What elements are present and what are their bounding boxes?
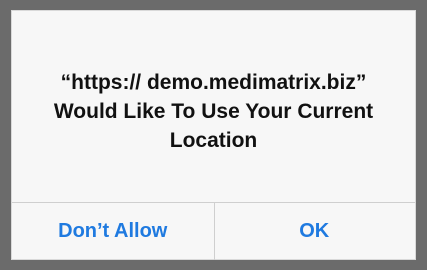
dont-allow-button[interactable]: Don’t Allow	[12, 203, 214, 260]
dialog-message: “https:// demo.medimatrix.biz” Would Lik…	[53, 71, 374, 152]
ok-button[interactable]: OK	[214, 203, 416, 260]
location-permission-dialog: “https:// demo.medimatrix.biz” Would Lik…	[11, 10, 416, 260]
screenshot-frame: “https:// demo.medimatrix.biz” Would Lik…	[0, 0, 427, 270]
